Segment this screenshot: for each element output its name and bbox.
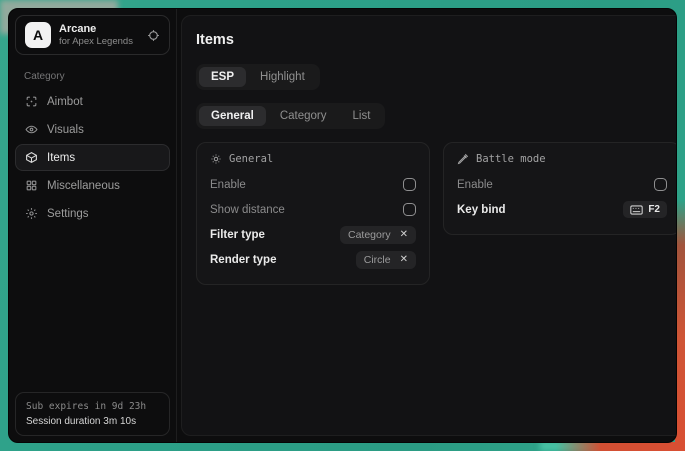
mode-tabs-row: ESP Highlight: [196, 64, 677, 90]
enable-checkbox[interactable]: [403, 178, 416, 191]
setting-row-enable: Enable: [210, 172, 416, 197]
mode-tabs: ESP Highlight: [196, 64, 320, 90]
session-duration-text: Session duration 3m 10s: [26, 416, 159, 427]
general-panel: General Enable Show distance Filter type: [196, 142, 430, 285]
settings-panels: General Enable Show distance Filter type: [196, 142, 677, 285]
row-label: Enable: [457, 179, 493, 191]
main-area: Items ESP Highlight General Category Lis…: [177, 9, 677, 442]
app-logo: A: [25, 22, 51, 48]
sidebar-item-items[interactable]: Items: [15, 144, 170, 171]
category-label: Category: [24, 71, 171, 82]
aim-scan-icon: [25, 95, 38, 108]
battle-enable-checkbox[interactable]: [654, 178, 667, 191]
app-name: Arcane: [59, 23, 133, 35]
render-type-select[interactable]: Circle ✕: [356, 251, 416, 269]
sub-tabs-row: General Category List: [196, 103, 677, 129]
box-icon: [25, 151, 38, 164]
sidebar-item-miscellaneous[interactable]: Miscellaneous: [15, 172, 170, 199]
tab-general[interactable]: General: [199, 106, 266, 126]
page-title: Items: [196, 32, 677, 48]
sidebar-item-label: Aimbot: [47, 96, 83, 108]
app-subtitle: for Apex Legends: [59, 36, 133, 47]
setting-row-show-distance: Show distance: [210, 197, 416, 222]
tab-category[interactable]: Category: [268, 106, 339, 126]
sidebar-item-label: Items: [47, 152, 75, 164]
subscription-card: Sub expires in 9d 23h Session duration 3…: [15, 392, 170, 436]
sidebar: A Arcane for Apex Legends Category: [9, 9, 177, 442]
eye-icon: [25, 123, 38, 136]
tab-esp[interactable]: ESP: [199, 67, 246, 87]
game-background: A Arcane for Apex Legends Category: [0, 0, 685, 451]
battle-mode-panel: Battle mode Enable Key bind: [443, 142, 677, 235]
show-distance-checkbox[interactable]: [403, 203, 416, 216]
sword-icon: [457, 153, 469, 165]
general-panel-header: General: [210, 153, 416, 165]
key-bind-button[interactable]: F2: [623, 201, 667, 218]
select-value: Category: [348, 229, 391, 241]
setting-row-filter-type: Filter type Category ✕: [210, 222, 416, 247]
clear-icon[interactable]: ✕: [400, 255, 408, 265]
keyboard-icon: [630, 205, 643, 215]
crosshair-icon[interactable]: [147, 29, 160, 42]
gear-icon: [25, 207, 38, 220]
row-label: Key bind: [457, 204, 506, 216]
panel-title: Battle mode: [476, 153, 546, 165]
key-bind-value: F2: [648, 204, 660, 215]
row-label: Render type: [210, 254, 276, 266]
setting-row-render-type: Render type Circle ✕: [210, 247, 416, 272]
main-panel: Items ESP Highlight General Category Lis…: [181, 15, 677, 436]
sidebar-item-visuals[interactable]: Visuals: [15, 116, 170, 143]
row-label: Filter type: [210, 229, 265, 241]
sub-expires-text: Sub expires in 9d 23h: [26, 401, 159, 412]
tab-list[interactable]: List: [341, 106, 383, 126]
sidebar-item-label: Visuals: [47, 124, 84, 136]
sidebar-spacer: [14, 227, 171, 391]
panel-title: General: [229, 153, 273, 165]
sun-icon: [210, 153, 222, 165]
sub-tabs: General Category List: [196, 103, 385, 129]
battle-mode-panel-header: Battle mode: [457, 153, 667, 165]
row-label: Enable: [210, 179, 246, 191]
select-value: Circle: [364, 254, 391, 266]
setting-row-battle-enable: Enable: [457, 172, 667, 197]
setting-row-key-bind: Key bind F2: [457, 197, 667, 222]
filter-type-select[interactable]: Category ✕: [340, 226, 416, 244]
sidebar-item-label: Settings: [47, 208, 89, 220]
brand-text: Arcane for Apex Legends: [59, 23, 133, 47]
grid-icon: [25, 179, 38, 192]
sidebar-item-settings[interactable]: Settings: [15, 200, 170, 227]
background-red-edge-bottom: [556, 442, 685, 451]
sidebar-item-aimbot[interactable]: Aimbot: [15, 88, 170, 115]
row-label: Show distance: [210, 204, 285, 216]
sidebar-nav: Aimbot Visuals: [14, 88, 171, 227]
brand-card: A Arcane for Apex Legends: [15, 15, 170, 55]
clear-icon[interactable]: ✕: [400, 230, 408, 240]
sidebar-item-label: Miscellaneous: [47, 180, 120, 192]
tab-highlight[interactable]: Highlight: [248, 67, 317, 87]
arcane-window: A Arcane for Apex Legends Category: [8, 8, 677, 443]
